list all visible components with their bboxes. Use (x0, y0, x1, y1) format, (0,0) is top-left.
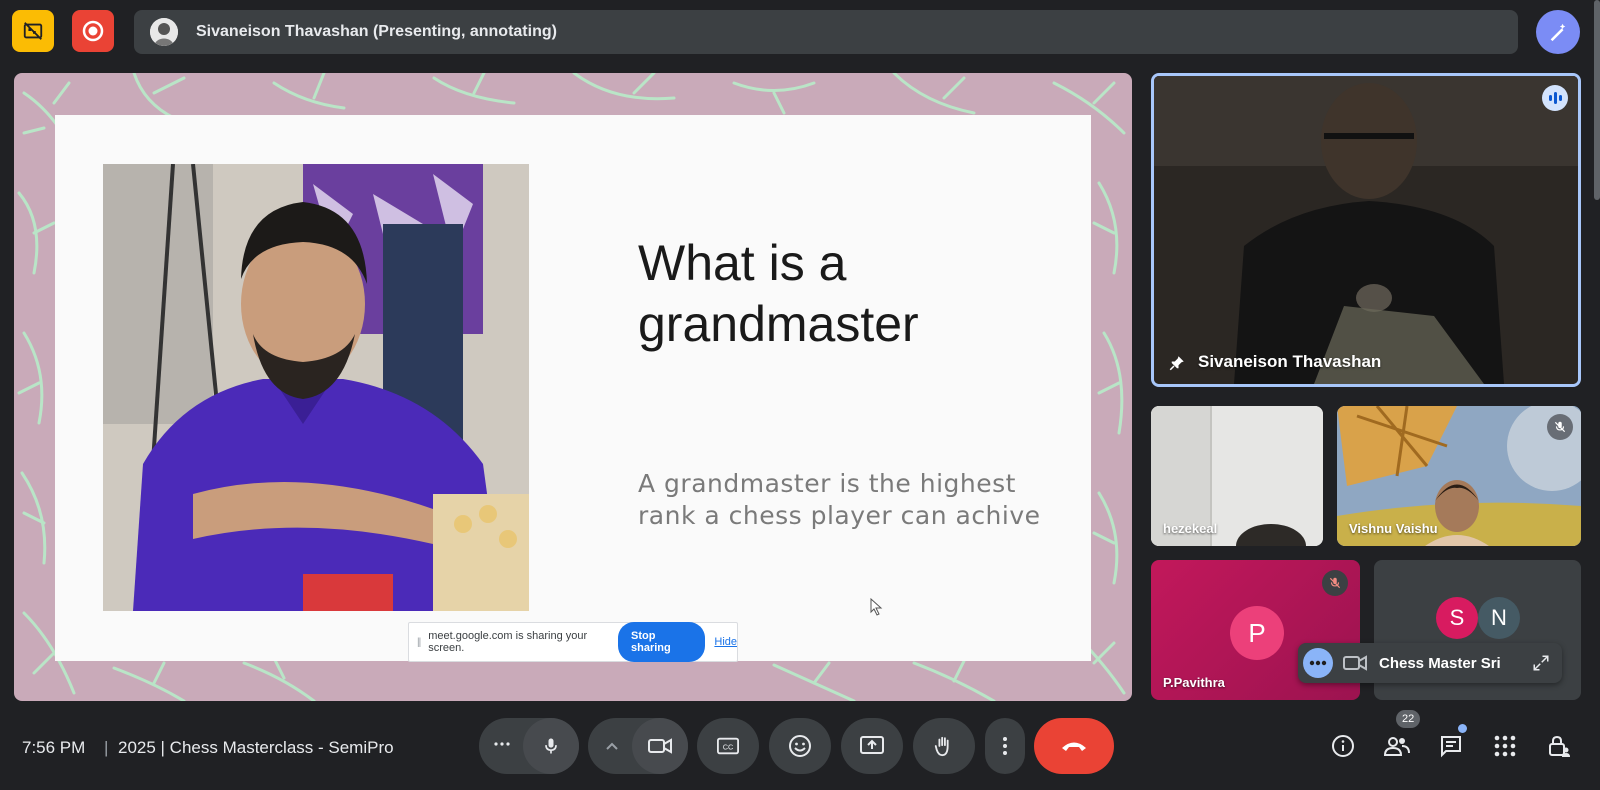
info-icon (1332, 735, 1354, 757)
host-controls-button[interactable] (1543, 730, 1575, 762)
participant-tile-vishnu-vaishu[interactable]: Vishnu Vaishu (1337, 406, 1581, 546)
slide-page: What is a grandmaster A grandmaster is t… (55, 115, 1091, 661)
expand-icon[interactable] (1532, 654, 1550, 672)
microphone-button[interactable] (523, 718, 579, 774)
presenter-label: Sivaneison Thavashan (Presenting, annota… (196, 23, 557, 40)
screen-share-notice: || meet.google.com is sharing your scree… (408, 622, 738, 662)
camera-icon (648, 738, 672, 754)
hang-up-icon (1062, 742, 1086, 751)
emoji-icon (789, 735, 811, 757)
slide-title: What is a grandmaster (638, 235, 919, 352)
scrollbar[interactable] (1594, 0, 1600, 200)
separator: | (104, 738, 109, 757)
shared-screen: What is a grandmaster A grandmaster is t… (14, 73, 1132, 701)
avatar: N (1478, 597, 1520, 639)
chat-icon (1441, 736, 1461, 758)
chevron-up-icon (606, 742, 618, 750)
participant-tile-main[interactable]: Sivaneison Thavashan (1151, 73, 1581, 387)
meeting-title: 2025 | Chess Masterclass - SemiPro (118, 738, 394, 757)
speaking-indicator-icon (1542, 85, 1568, 111)
raise-hand-button[interactable] (913, 718, 975, 774)
top-bar: Sivaneison Thavashan (Presenting, annota… (0, 0, 1600, 64)
participant-name: Sivaneison Thavashan (1198, 352, 1382, 371)
present-screen-icon (860, 736, 884, 754)
bottom-bar: 7:56 PM | 2025 | Chess Masterclass - Sem… (0, 710, 1600, 790)
share-notice-text: meet.google.com is sharing your screen. (428, 630, 588, 654)
participant-video (1154, 76, 1578, 384)
people-count-badge: 22 (1396, 710, 1421, 728)
ai-pen-button[interactable] (1536, 10, 1580, 54)
more-horizontal-icon (1309, 660, 1327, 666)
participant-name: hezekeal (1163, 521, 1218, 536)
no-video-feed-icon (23, 22, 43, 40)
apps-grid-icon (1494, 735, 1516, 757)
leave-call-button[interactable] (1034, 718, 1114, 774)
floating-self-view-bar: Chess Master Sri (1298, 643, 1562, 683)
avatar: S (1436, 597, 1478, 639)
presenter-avatar (150, 18, 178, 46)
more-vertical-icon (1003, 737, 1007, 755)
captions-icon: CC (717, 737, 739, 755)
stop-sharing-button[interactable]: Stop sharing (618, 622, 706, 662)
present-screen-button[interactable] (841, 718, 903, 774)
svg-text:CC: CC (723, 743, 734, 752)
recording-icon (82, 20, 104, 42)
video-settings-button[interactable] (605, 738, 619, 756)
people-button[interactable] (1381, 730, 1413, 762)
raise-hand-icon (934, 736, 949, 757)
hide-link[interactable]: Hide (714, 636, 737, 648)
captions-button[interactable]: CC (697, 718, 759, 774)
muted-mic-icon (1547, 414, 1573, 440)
lock-person-icon (1549, 735, 1570, 757)
current-time: 7:56 PM (22, 738, 86, 757)
recording-button[interactable] (72, 10, 114, 52)
muted-mic-icon (1322, 570, 1348, 596)
reactions-button[interactable] (769, 718, 831, 774)
more-options-button[interactable] (985, 718, 1025, 774)
more-options-button[interactable] (1303, 648, 1333, 678)
meeting-details-button[interactable] (1327, 730, 1359, 762)
slide-body-text: A grandmaster is the highest rank a ches… (638, 469, 1041, 530)
people-icon (1384, 737, 1410, 756)
camera-icon[interactable] (1343, 654, 1367, 672)
participant-name: P.Pavithra (1163, 675, 1225, 690)
ai-pen-icon (1550, 23, 1566, 42)
participant-tile-hezekeal[interactable]: hezekeal (1151, 406, 1323, 546)
no-video-feed-button[interactable] (12, 10, 54, 52)
drag-handle-icon[interactable]: || (417, 637, 421, 648)
presenter-banner[interactable]: Sivaneison Thavashan (Presenting, annota… (134, 10, 1518, 54)
slide-photo (103, 164, 529, 611)
participant-name: Vishnu Vaishu (1349, 521, 1438, 536)
chat-button[interactable] (1435, 730, 1467, 762)
pin-icon[interactable] (1168, 354, 1186, 372)
audio-settings-button[interactable] (493, 734, 511, 759)
more-horizontal-icon (494, 742, 510, 746)
microphone-icon (545, 738, 557, 754)
camera-button[interactable] (632, 718, 688, 774)
mouse-cursor-icon (870, 598, 883, 616)
activities-button[interactable] (1489, 730, 1521, 762)
avatar: P (1230, 606, 1284, 660)
self-view-name: Chess Master Sri (1379, 654, 1501, 672)
